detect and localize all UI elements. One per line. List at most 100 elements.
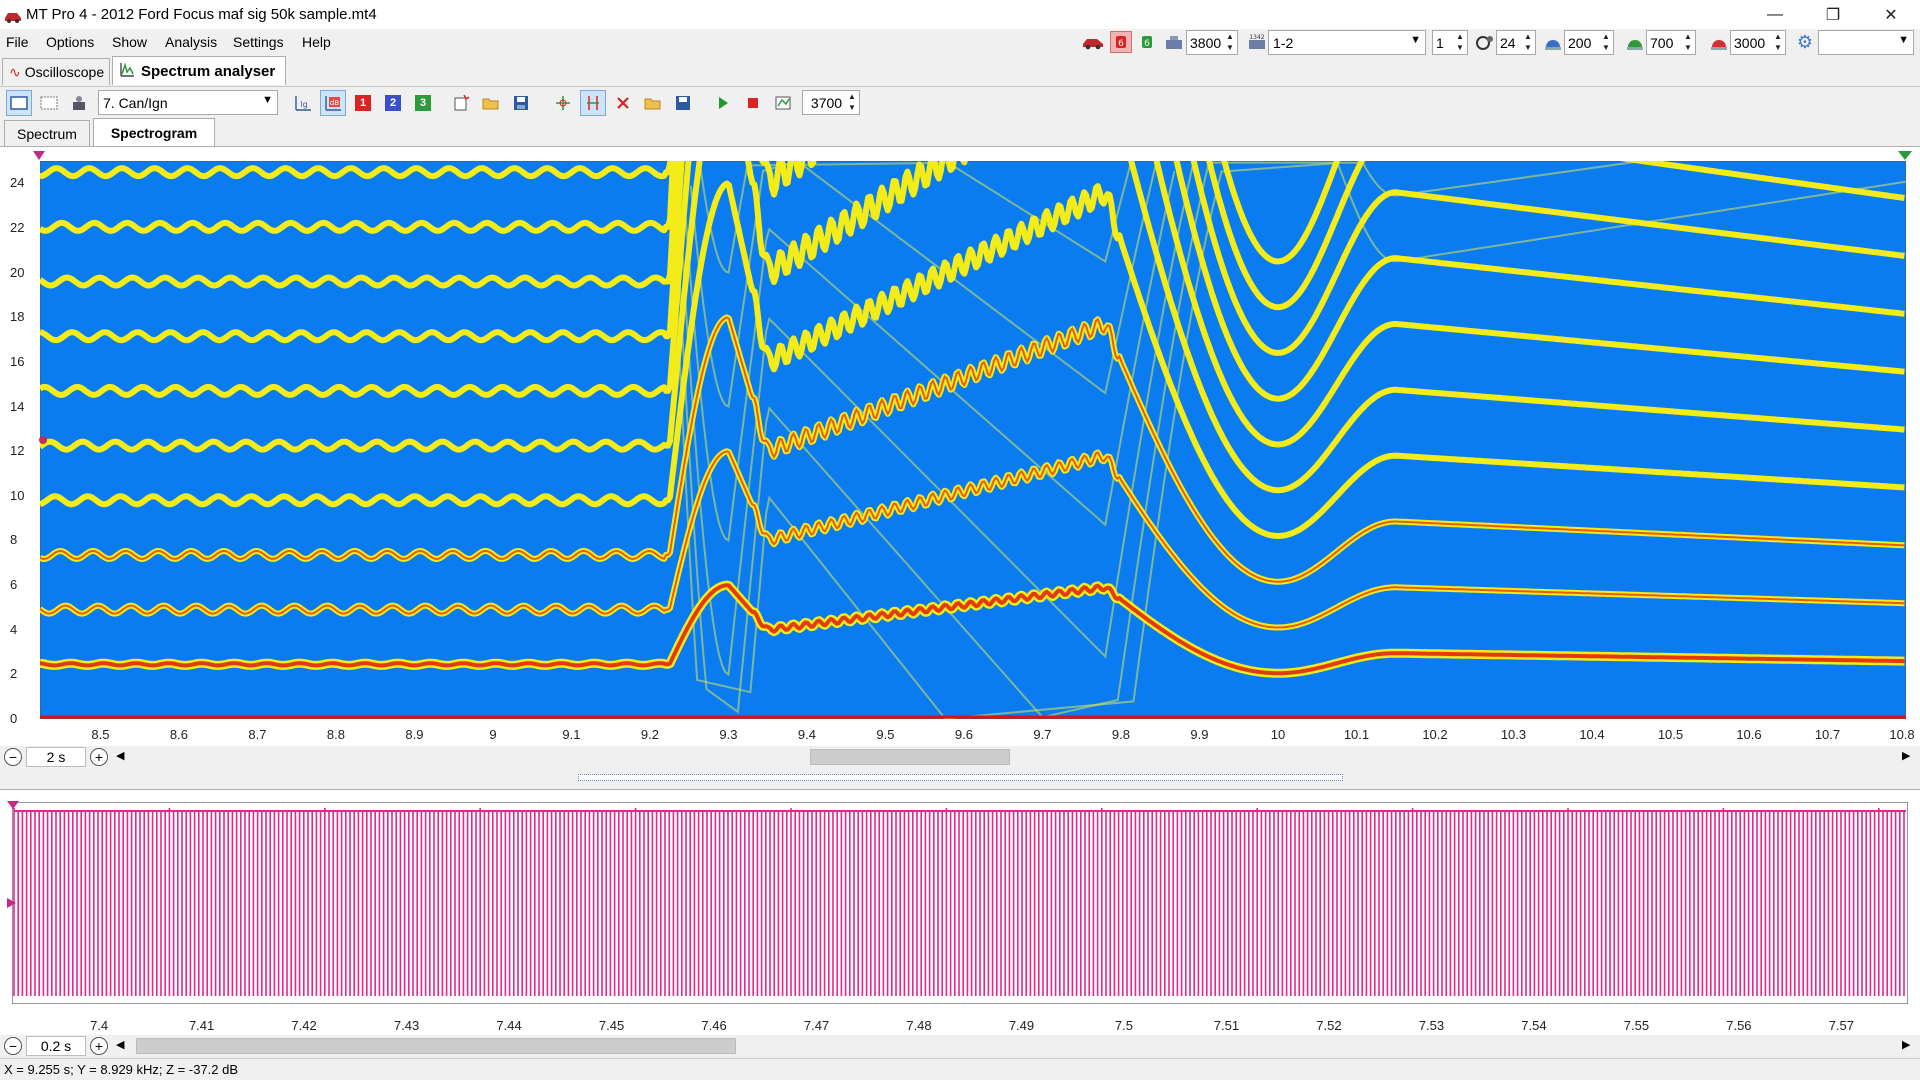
tab-spectrogram[interactable]: Spectrogram [93, 118, 215, 146]
y-tick-label: 22 [10, 219, 25, 235]
scope-top-marker-icon[interactable] [6, 800, 20, 810]
menu-settings[interactable]: Settings [233, 34, 284, 50]
channel-select[interactable]: 7. Can/Ign ▼ [98, 90, 278, 115]
x-tick-label: 9.5 [876, 727, 895, 742]
splitter-handle[interactable] [578, 774, 1343, 781]
fft-size-spinner[interactable]: 3700 ▲ ▼ [802, 90, 860, 115]
tab-oscilloscope[interactable]: ∿ Oscilloscope [2, 58, 110, 85]
menu-analysis[interactable]: Analysis [165, 34, 217, 50]
spin-arrows-icon[interactable]: ▲ ▼ [846, 91, 858, 114]
spectrogram-plot[interactable] [40, 161, 1906, 719]
play-icon[interactable] [710, 90, 736, 116]
title-bar: MT Pro 4 - 2012 Ford Focus maf sig 50k s… [0, 0, 1920, 29]
value-700-spinner[interactable]: 700 ▲ ▼ [1646, 30, 1696, 55]
delete-markers-icon[interactable] [610, 90, 636, 116]
new-file-icon[interactable] [448, 90, 474, 116]
cylinder-count-spinner[interactable]: 1 ▲ ▼ [1432, 30, 1468, 55]
chevron-down-icon: ▼ [1410, 34, 1421, 46]
minimize-button[interactable]: — [1746, 0, 1804, 29]
cursor-tool-icon[interactable] [580, 90, 606, 116]
menu-file[interactable]: File [6, 34, 29, 50]
right-marker-icon[interactable] [1897, 150, 1913, 162]
db-scale-button[interactable]: dB [320, 90, 346, 116]
red-gauge-icon [1708, 31, 1730, 53]
value-200-spinner[interactable]: 200 ▲ ▼ [1564, 30, 1614, 55]
panel-splitter[interactable] [0, 768, 1920, 789]
close-button[interactable]: ✕ [1862, 0, 1920, 29]
cylinder-red-icon[interactable]: 6 [1110, 31, 1132, 53]
scope-zoom-out-button[interactable]: − [4, 1037, 22, 1055]
cylinder-count-value: 1 [1436, 34, 1444, 51]
tab-spectrum-analyser[interactable]: Spectrum analyser [112, 56, 286, 85]
chevron-down-icon: ▼ [1898, 34, 1909, 46]
spin-arrows-icon[interactable]: ▲ ▼ [1224, 31, 1236, 54]
oscilloscope-plot[interactable] [12, 802, 1908, 1004]
stop-icon[interactable] [740, 90, 766, 116]
spin-arrows-icon[interactable]: ▲ ▼ [1772, 31, 1784, 54]
record-icon[interactable] [770, 90, 796, 116]
scope-time-span[interactable]: 0.2 s [26, 1036, 86, 1056]
spin-arrows-icon[interactable]: ▲ ▼ [1682, 31, 1694, 54]
y-tick-label: 16 [10, 353, 25, 369]
rpm-value: 3800 [1190, 34, 1222, 51]
extra-select[interactable]: ▼ [1818, 30, 1914, 55]
log-scale-button[interactable]: lg [290, 90, 316, 116]
spin-arrows-icon[interactable]: ▲ ▼ [1522, 31, 1534, 54]
settings-gear-icon[interactable]: ⚙ [1794, 31, 1816, 53]
save-icon[interactable] [508, 90, 534, 116]
open-folder-icon[interactable] [478, 90, 504, 116]
cylinder-green-icon[interactable]: 6 [1136, 31, 1158, 53]
restore-button[interactable]: ❐ [1804, 0, 1862, 29]
value-3000: 3000 [1734, 34, 1766, 51]
menu-help[interactable]: Help [302, 34, 331, 50]
menu-show[interactable]: Show [112, 34, 147, 50]
scope-x-tick-label: 7.47 [803, 1018, 830, 1033]
save-markers-icon[interactable] [670, 90, 696, 116]
spectrogram-scrollbar-thumb[interactable] [810, 749, 1010, 765]
teeth-spinner[interactable]: 24 ▲ ▼ [1496, 30, 1536, 55]
channel-1-button[interactable]: 1 [350, 90, 376, 116]
channel-2-label: 2 [385, 95, 401, 111]
oscilloscope-icon: ∿ [9, 63, 21, 80]
markers-icon[interactable] [550, 90, 576, 116]
scope-level-marker-icon[interactable] [6, 897, 20, 909]
y-tick-label: 10 [10, 487, 25, 503]
view-single-button[interactable] [6, 90, 32, 116]
firing-order-select[interactable]: 1-2 ▼ [1268, 30, 1426, 55]
x-tick-label: 10.2 [1422, 727, 1448, 742]
spectrogram-time-span[interactable]: 2 s [26, 747, 86, 767]
car-icon[interactable] [1082, 31, 1104, 53]
channel-2-button[interactable]: 2 [380, 90, 406, 116]
x-tick-label: 10.6 [1736, 727, 1762, 742]
value-3000-spinner[interactable]: 3000 ▲ ▼ [1730, 30, 1786, 55]
spectrogram-scroll-row: − 2 s + ◀ ▶ [0, 746, 1920, 768]
scope-x-tick-label: 7.41 [188, 1018, 215, 1033]
scope-scroll-left-icon[interactable]: ◀ [116, 1038, 124, 1051]
spin-arrows-icon[interactable]: ▲ ▼ [1600, 31, 1612, 54]
channel-3-button[interactable]: 3 [410, 90, 436, 116]
spin-arrows-icon[interactable]: ▲ ▼ [1454, 31, 1466, 54]
scope-scrollbar-thumb[interactable] [136, 1038, 736, 1054]
tab-spectrum-analyser-label: Spectrum analyser [141, 62, 276, 80]
x-tick-label: 9.6 [954, 727, 974, 742]
open-markers-icon[interactable] [640, 90, 666, 116]
y-cursor-marker-icon[interactable] [38, 435, 48, 445]
tab-spectrum[interactable]: Spectrum [4, 120, 90, 146]
svg-text:6: 6 [1118, 39, 1124, 49]
scope-scroll-right-icon[interactable]: ▶ [1902, 1038, 1910, 1051]
channel-1-label: 1 [355, 95, 371, 111]
scroll-right-icon[interactable]: ▶ [1902, 749, 1910, 762]
view-split-button[interactable] [36, 90, 62, 116]
scope-x-tick-label: 7.55 [1623, 1018, 1650, 1033]
zoom-out-button[interactable]: − [4, 748, 22, 766]
y-tick-label: 20 [10, 264, 25, 280]
x-tick-label: 8.6 [169, 727, 188, 742]
app-icon [4, 9, 21, 23]
zoom-in-button[interactable]: + [90, 748, 108, 766]
rpm-spinner[interactable]: 3800 ▲ ▼ [1186, 30, 1238, 55]
scope-zoom-in-button[interactable]: + [90, 1037, 108, 1055]
left-marker-icon[interactable] [32, 150, 46, 162]
menu-options[interactable]: Options [46, 34, 94, 50]
scroll-left-icon[interactable]: ◀ [116, 749, 124, 762]
rpm-icon [1163, 31, 1185, 53]
